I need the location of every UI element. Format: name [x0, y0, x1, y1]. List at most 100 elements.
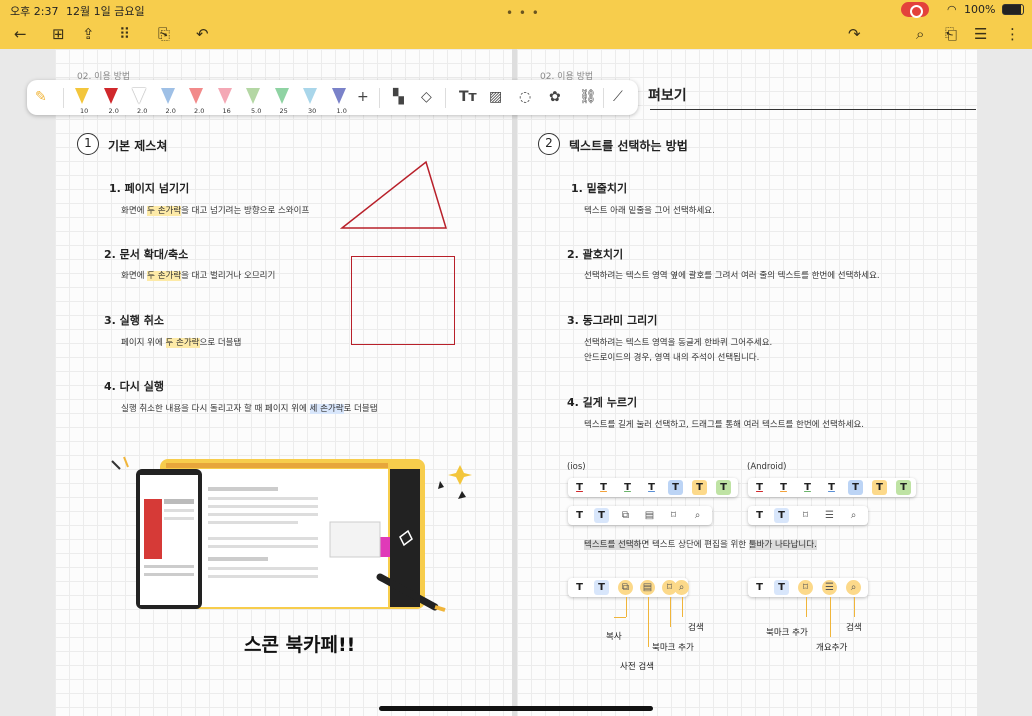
pen-2-button[interactable]: 2.0 [100, 86, 120, 115]
image-tool-icon[interactable]: ▨ [489, 88, 502, 106]
back-arrow-icon[interactable]: ← [14, 24, 27, 44]
text-button[interactable]: T [752, 508, 767, 523]
search-icon[interactable]: ⌕ [846, 508, 861, 523]
wifi-icon: ◠ [947, 3, 957, 16]
pen-size-label: 2.0 [108, 107, 119, 115]
copy-icon[interactable]: ⧉ [618, 580, 633, 595]
label-copy: 복사 [606, 632, 622, 642]
drawn-rectangle[interactable] [351, 256, 455, 345]
undo-icon[interactable]: ↶ [196, 24, 209, 44]
caption-title: 스콘 북카페!! [244, 634, 356, 656]
edit-page-icon[interactable]: ⎘ [158, 24, 170, 44]
underline-orange-button[interactable]: T [776, 480, 791, 495]
pen-7-button[interactable]: 5.0 [242, 86, 262, 115]
item-heading: 2. 문서 확대/축소 [104, 248, 189, 261]
item-text: 화면에 두 손가락을 대고 벌리거나 오므리기 [121, 271, 276, 281]
underline-red-button[interactable]: T [752, 480, 767, 495]
underline-red-button[interactable]: T [572, 480, 587, 495]
search-icon[interactable]: ⌕ [690, 508, 705, 523]
search-icon[interactable]: ⌕ [674, 580, 689, 595]
underline-green-button[interactable]: T [800, 480, 815, 495]
text-tool-icon[interactable]: Tт [459, 88, 477, 106]
leader-line [648, 597, 649, 647]
pen-8-button[interactable]: 25 [271, 86, 291, 115]
dictionary-icon[interactable]: ▤ [642, 508, 657, 523]
pen-tip-icon [132, 88, 146, 104]
highlight-button[interactable]: T [594, 580, 609, 595]
grid-view-icon[interactable]: ⊞ [52, 24, 65, 44]
search-icon[interactable]: ⌕ [846, 580, 861, 595]
add-pen-button[interactable]: + [357, 88, 369, 106]
battery-level: 100% [964, 3, 996, 16]
pen-3-button[interactable]: 2.0 [128, 86, 148, 115]
pen-1-button[interactable]: 10 [71, 86, 91, 115]
highlight-green-button[interactable]: T [896, 480, 911, 495]
underline-blue-button[interactable]: T [824, 480, 839, 495]
item-text: 안드로이드의 경우, 영역 내의 주석이 선택됩니다. [584, 353, 760, 363]
pen-tip-icon [274, 88, 289, 104]
eraser-icon[interactable]: ▚ [393, 88, 404, 106]
pen-4-button[interactable]: 2.0 [157, 86, 177, 115]
drawn-triangle[interactable] [340, 160, 450, 232]
section-number: 1 [75, 133, 99, 156]
page-title-fragment: 펴보기 [648, 88, 687, 104]
highlight-button[interactable]: T [774, 508, 789, 523]
link-tool-icon[interactable]: ⛓ [579, 88, 597, 106]
pen-size-label: 16 [222, 107, 231, 115]
highlight-yellow-button[interactable]: T [872, 480, 887, 495]
bookmark-icon[interactable]: ⌑ [666, 508, 681, 523]
outline-add-icon[interactable]: ☰ [822, 580, 837, 595]
item-heading: 3. 실행 취소 [104, 314, 164, 327]
more-icon[interactable]: ⋮ [1005, 24, 1020, 44]
pen-mode-icon[interactable]: ✎ [35, 88, 47, 106]
pen-tip-icon [246, 88, 260, 104]
pen-9-button[interactable]: 30 [299, 86, 319, 115]
sticker-tool-icon[interactable]: ✿ [549, 88, 561, 106]
highlight-button[interactable]: T [774, 580, 789, 595]
apps-icon[interactable]: ⠿ [119, 24, 130, 44]
status-time: 오후 2:37 [10, 5, 59, 18]
multitask-dots-icon[interactable]: • • • [506, 6, 540, 20]
screen-record-icon[interactable] [901, 2, 929, 18]
item-text: 실행 취소한 내용을 다시 돌리고자 할 때 페이지 위에 세 손가락로 더블탭 [121, 404, 378, 414]
highlight-button[interactable]: T [594, 508, 609, 523]
home-indicator[interactable] [379, 706, 653, 711]
leader-line [614, 617, 626, 618]
comment-tool-icon[interactable]: ◌ [519, 88, 531, 106]
text-button[interactable]: T [572, 508, 587, 523]
underline-blue-button[interactable]: T [644, 480, 659, 495]
underline-green-button[interactable]: T [620, 480, 635, 495]
text-button[interactable]: T [572, 580, 587, 595]
pen-size-label: 2.0 [165, 107, 176, 115]
pen-size-label: 5.0 [251, 107, 262, 115]
label-bookmark: 북마크 추가 [652, 643, 694, 653]
underline-orange-button[interactable]: T [596, 480, 611, 495]
item-heading: 1. 밑줄치기 [571, 182, 628, 195]
pen-10-button[interactable]: 1.0 [328, 86, 348, 115]
highlight-blue-button[interactable]: T [668, 480, 683, 495]
pen-6-button[interactable]: 16 [214, 86, 234, 115]
highlight-blue-button[interactable]: T [848, 480, 863, 495]
lasso-eraser-icon[interactable]: ◇ [421, 88, 432, 106]
pen-tip-icon [189, 88, 203, 104]
bookmark-page-icon[interactable]: ⎗ [945, 24, 957, 44]
share-icon[interactable]: ⇪ [82, 24, 95, 44]
list-icon[interactable]: ☰ [974, 24, 987, 44]
dictionary-icon[interactable]: ▤ [640, 580, 655, 595]
item-heading: 4. 다시 실행 [104, 380, 164, 393]
outline-add-icon[interactable]: ☰ [822, 508, 837, 523]
highlight-yellow-button[interactable]: T [692, 480, 707, 495]
bookmark-icon[interactable]: ⌑ [798, 508, 813, 523]
bookmark-icon[interactable]: ⌑ [798, 580, 813, 595]
item-text: 페이지 위에 두 손가락으로 더블탭 [121, 338, 242, 348]
search-icon[interactable]: ⌕ [916, 24, 924, 44]
lasso-tool-icon[interactable]: ⟋ [613, 88, 623, 106]
copy-icon[interactable]: ⧉ [618, 508, 633, 523]
redo-icon[interactable]: ↷ [848, 24, 861, 44]
section-number: 2 [536, 133, 560, 156]
highlight-green-button[interactable]: T [716, 480, 731, 495]
item-text: 선택하려는 텍스트 영역을 동글게 한바퀴 그어주세요. [584, 338, 773, 348]
pen-5-button[interactable]: 2.0 [185, 86, 205, 115]
text-button[interactable]: T [752, 580, 767, 595]
leader-line [806, 597, 807, 617]
